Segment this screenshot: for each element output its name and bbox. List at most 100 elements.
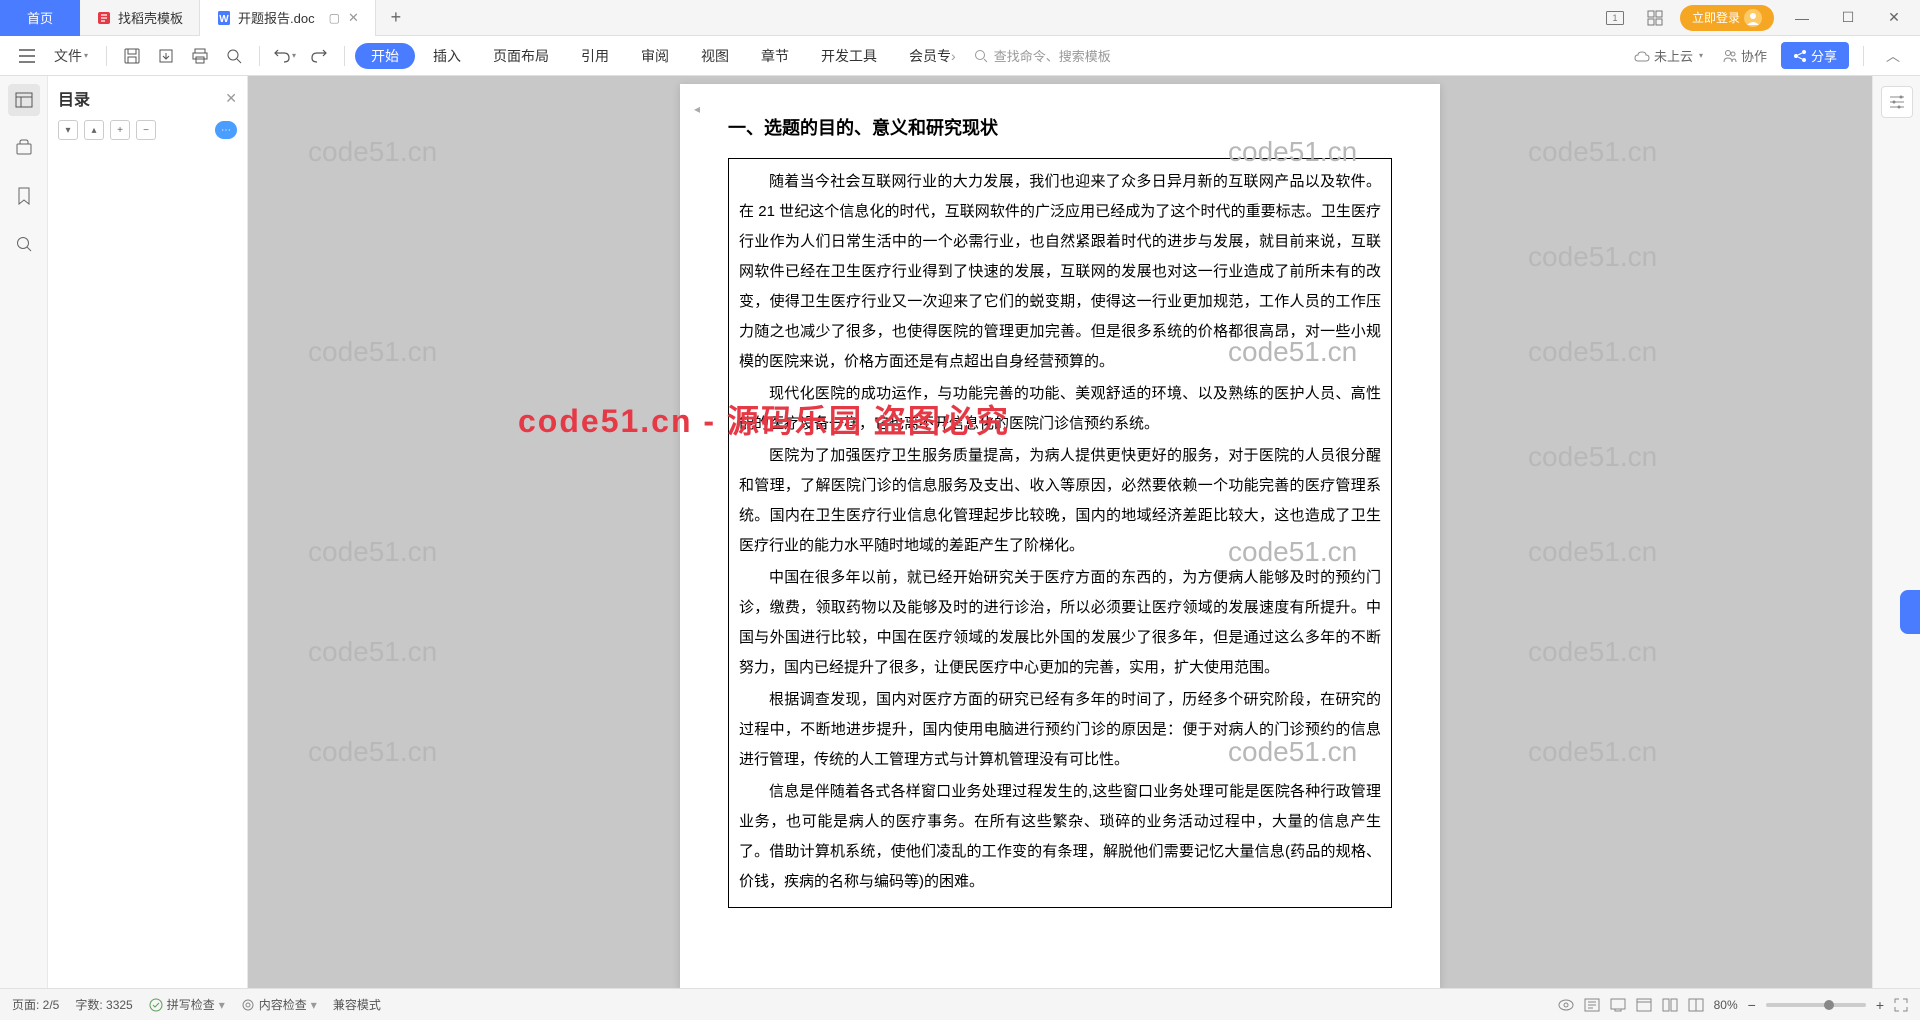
window-maximize-button[interactable]: ☐ (1830, 3, 1866, 33)
preview-icon[interactable] (219, 41, 249, 71)
outline-tool-minus[interactable]: − (136, 120, 156, 140)
view-fullwidth-icon[interactable] (1688, 998, 1704, 1012)
fit-page-icon[interactable] (1894, 998, 1908, 1012)
menu-devtools[interactable]: 开发工具 (807, 38, 891, 74)
content-check[interactable]: 内容检查 ▾ (241, 996, 317, 1013)
bookmark-icon[interactable] (8, 180, 40, 212)
print-icon[interactable] (185, 41, 215, 71)
word-count[interactable]: 字数: 3325 (75, 996, 132, 1013)
undo-icon[interactable]: ▾ (270, 41, 300, 71)
view-web-icon[interactable] (1610, 998, 1626, 1012)
view-outline-icon[interactable] (1636, 998, 1652, 1012)
contentcheck-label: 内容检查 (259, 996, 307, 1013)
new-tab-button[interactable]: + (382, 4, 410, 32)
layout-number-icon[interactable]: 1 (1600, 3, 1630, 33)
cloud-status[interactable]: 未上云 ▾ (1628, 46, 1709, 65)
outline-title: 目录 (58, 86, 90, 110)
menu-chapter[interactable]: 章节 (747, 38, 803, 74)
share-icon (1793, 49, 1807, 63)
search-placeholder: 查找命令、搜索模板 (994, 46, 1111, 65)
login-label: 立即登录 (1692, 9, 1740, 26)
template-icon (96, 10, 112, 26)
find-icon[interactable] (8, 228, 40, 260)
window-close-button[interactable]: ✕ (1876, 3, 1912, 33)
outline-icon[interactable] (8, 84, 40, 116)
collaboration-button[interactable]: 协作 (1717, 46, 1773, 65)
share-button[interactable]: 分享 (1781, 42, 1849, 69)
cloud-icon (1634, 50, 1650, 62)
attachment-icon[interactable] (8, 132, 40, 164)
file-label: 文件 (54, 46, 82, 66)
tab-document[interactable]: W 开题报告.doc ▢ ✕ (199, 0, 376, 36)
file-menu[interactable]: 文件 ▾ (46, 40, 96, 72)
window-minimize-button[interactable]: — (1784, 3, 1820, 33)
watermark: code51.cn (308, 736, 437, 768)
outline-close-icon[interactable]: ✕ (225, 90, 237, 107)
user-avatar-icon (1744, 9, 1762, 27)
zoom-out-button[interactable]: − (1748, 997, 1756, 1013)
doc-body: 随着当今社会互联网行业的大力发展，我们也迎来了众多日异月新的互联网产品以及软件。… (728, 158, 1392, 908)
outline-tool-plus[interactable]: + (110, 120, 130, 140)
tab-document-label: 开题报告.doc (238, 8, 315, 27)
view-reading-icon[interactable] (1662, 998, 1678, 1012)
save-icon[interactable] (117, 41, 147, 71)
word-icon: W (216, 10, 232, 26)
zoom-thumb[interactable] (1824, 1000, 1834, 1010)
view-focus-icon[interactable] (1558, 999, 1574, 1011)
watermark: code51.cn (1528, 736, 1657, 768)
outline-expand-all[interactable]: ▾ (58, 120, 78, 140)
target-icon (241, 998, 255, 1012)
menu-reference[interactable]: 引用 (567, 38, 623, 74)
zoom-in-button[interactable]: + (1876, 997, 1884, 1013)
doc-paragraph: 随着当今社会互联网行业的大力发展，我们也迎来了众多日异月新的互联网产品以及软件。… (739, 167, 1381, 377)
svg-text:W: W (219, 14, 229, 25)
feedback-tab[interactable] (1900, 590, 1920, 634)
tab-close-icon[interactable]: ✕ (348, 10, 359, 26)
watermark: code51.cn (308, 136, 437, 168)
doc-paragraph: 医院为了加强医疗卫生服务质量提高，为病人提供更快更好的服务，对于医院的人员很分醒… (739, 441, 1381, 561)
properties-icon[interactable] (1881, 86, 1913, 118)
presentation-icon[interactable]: ▢ (329, 11, 340, 25)
page-indicator[interactable]: 页面: 2/5 (12, 996, 59, 1013)
menu-member[interactable]: 会员专› (895, 38, 970, 74)
view-print-icon[interactable] (1584, 998, 1600, 1012)
check-icon (149, 998, 163, 1012)
people-icon (1723, 49, 1737, 63)
cloud-label: 未上云 (1654, 46, 1693, 65)
collapse-ribbon-icon[interactable]: ︿ (1878, 41, 1908, 71)
tab-home[interactable]: 首页 (0, 0, 80, 36)
watermark: code51.cn (308, 336, 437, 368)
watermark: code51.cn (1528, 136, 1657, 168)
document-area[interactable]: code51.cn code51.cn code51.cn code51.cn … (248, 76, 1872, 988)
export-icon[interactable] (151, 41, 181, 71)
compat-mode[interactable]: 兼容模式 (333, 996, 381, 1013)
titlebar: 首页 找稻壳模板 W 开题报告.doc ▢ ✕ + 1 立即登录 — ☐ ✕ (0, 0, 1920, 36)
share-label: 分享 (1811, 46, 1837, 65)
zoom-slider[interactable] (1766, 1003, 1866, 1007)
tab-template-label: 找稻壳模板 (118, 8, 183, 27)
command-search[interactable]: 查找命令、搜索模板 (974, 46, 1111, 65)
statusbar: 页面: 2/5 字数: 3325 拼写检查 ▾ 内容检查 ▾ 兼容模式 80% … (0, 988, 1920, 1020)
menu-review[interactable]: 审阅 (627, 38, 683, 74)
spellcheck-toggle[interactable]: 拼写检查 ▾ (149, 996, 225, 1013)
member-label: 会员专 (909, 46, 951, 66)
tab-template[interactable]: 找稻壳模板 (80, 0, 199, 36)
toolbar: 文件 ▾ ▾ 开始 插入 页面布局 引用 审阅 视图 章节 开发工具 会员专› … (0, 36, 1920, 76)
menu-layout[interactable]: 页面布局 (479, 38, 563, 74)
left-sidebar (0, 76, 48, 988)
watermark: code51.cn (1528, 336, 1657, 368)
doc-paragraph: 根据调查发现，国内对医疗方面的研究已经有多年的时间了，历经多个研究阶段，在研究的… (739, 685, 1381, 775)
menu-view[interactable]: 视图 (687, 38, 743, 74)
spellcheck-label: 拼写检查 (167, 996, 215, 1013)
outline-badge[interactable]: ⋯ (215, 121, 237, 139)
watermark: code51.cn (1528, 636, 1657, 668)
menu-insert[interactable]: 插入 (419, 38, 475, 74)
outline-collapse-all[interactable]: ▴ (84, 120, 104, 140)
menu-icon[interactable] (12, 41, 42, 71)
menu-start[interactable]: 开始 (355, 43, 415, 69)
redo-icon[interactable] (304, 41, 334, 71)
login-button[interactable]: 立即登录 (1680, 5, 1774, 31)
apps-icon[interactable] (1640, 3, 1670, 33)
zoom-value[interactable]: 80% (1714, 998, 1738, 1012)
chevron-down-icon: ▾ (1699, 51, 1703, 60)
